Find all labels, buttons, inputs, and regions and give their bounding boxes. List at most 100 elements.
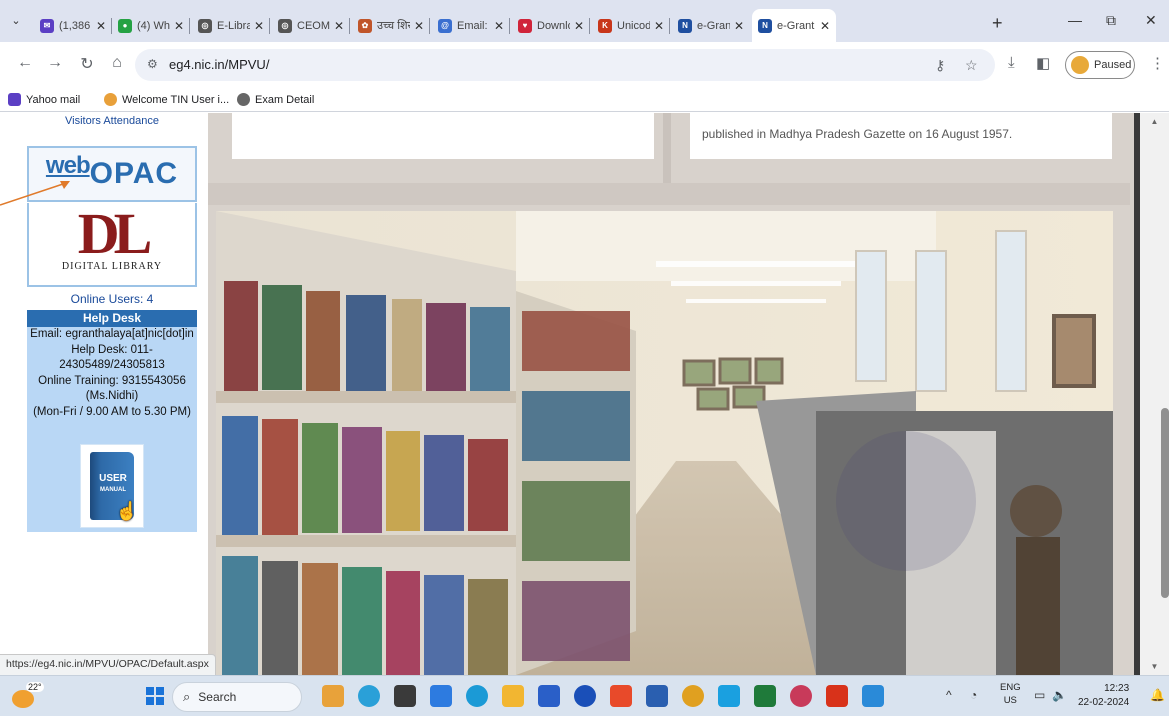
- taskbar-app-icon[interactable]: [322, 685, 344, 707]
- bookmark-welcome-tin[interactable]: Welcome TIN User i...: [104, 93, 229, 106]
- clock-time: 12:23: [1104, 683, 1130, 694]
- new-tab-button[interactable]: +: [992, 13, 1003, 34]
- taskbar-app-icon[interactable]: [646, 685, 668, 707]
- tab-separator: [189, 18, 190, 34]
- main-content: published in Madhya Pradesh Gazette on 1…: [208, 113, 1140, 675]
- manual-line1: USER: [99, 473, 127, 484]
- browser-tab[interactable]: Ne-Grant ✕: [752, 9, 836, 42]
- user-manual-button[interactable]: USER MANUAL ☝: [80, 444, 144, 528]
- browser-tab[interactable]: ● (4) Wha ✕: [112, 9, 190, 42]
- taskbar-app-icon[interactable]: [502, 685, 524, 707]
- tin-logo-icon: [104, 93, 117, 106]
- bookmark-yahoo-mail[interactable]: Yahoo mail: [8, 93, 80, 106]
- notification-bell-icon[interactable]: 🔔: [1150, 688, 1165, 702]
- browser-tab[interactable]: ◎ CEOMF ✕: [272, 9, 350, 42]
- search-placeholder: Search: [198, 690, 237, 704]
- tab-close-icon[interactable]: ✕: [494, 19, 504, 33]
- scroll-down-icon[interactable]: ▼: [1140, 662, 1169, 671]
- tab-label: Email:: [457, 19, 488, 32]
- close-window-button[interactable]: ✕: [1145, 12, 1157, 29]
- browser-tab[interactable]: ✉ (1,386 ✕: [34, 9, 112, 42]
- taskbar-app-icon[interactable]: [466, 685, 488, 707]
- tab-label: Unicod: [617, 19, 650, 32]
- at-icon: @: [438, 18, 452, 33]
- taskbar-app-icon[interactable]: [790, 685, 812, 707]
- taskbar-app-icon[interactable]: [682, 685, 704, 707]
- bookmark-star-icon[interactable]: ☆: [965, 57, 978, 74]
- browser-tab[interactable]: ◎ E-Libra ✕: [192, 9, 270, 42]
- taskbar-app-icon[interactable]: [574, 685, 596, 707]
- start-button[interactable]: [146, 687, 164, 705]
- language-indicator[interactable]: ENG US: [1000, 681, 1021, 707]
- display-icon[interactable]: ▭: [1034, 688, 1045, 702]
- restore-button[interactable]: ⧉: [1106, 12, 1116, 29]
- download-icon[interactable]: ⤓: [1008, 54, 1015, 71]
- tab-close-icon[interactable]: ✕: [820, 19, 830, 33]
- profile-button[interactable]: Paused: [1065, 51, 1135, 79]
- reload-icon[interactable]: ↻: [76, 54, 98, 74]
- bookmarks-bar: Yahoo mail Welcome TIN User i... Exam De…: [0, 88, 1169, 112]
- menu-kebab-icon[interactable]: ⋮: [1150, 54, 1165, 72]
- page-scrollbar[interactable]: ▲ ▼: [1140, 113, 1169, 675]
- tab-close-icon[interactable]: ✕: [574, 19, 584, 33]
- taskbar-search[interactable]: ⌕ Search: [172, 682, 302, 712]
- visitors-attendance-link[interactable]: Visitors Attendance: [28, 115, 196, 127]
- taskbar-app-icon[interactable]: [394, 685, 416, 707]
- tab-separator: [589, 18, 590, 34]
- tab-label: e-Grant: [697, 19, 730, 32]
- taskbar-app-icon[interactable]: [826, 685, 848, 707]
- address-bar[interactable]: ⚙ eg4.nic.in/MPVU/ ⚷ ☆: [135, 49, 995, 81]
- dl-caption: DIGITAL LIBRARY: [61, 261, 163, 272]
- back-icon[interactable]: ←: [14, 54, 36, 72]
- help-desk-panel: Help Desk Email: egranthalaya[at]nic[dot…: [27, 310, 197, 532]
- mail-icon: [8, 93, 21, 106]
- globe-icon: ◎: [278, 18, 292, 33]
- tab-close-icon[interactable]: ✕: [96, 19, 106, 33]
- tab-close-icon[interactable]: ✕: [174, 19, 184, 33]
- taskbar-app-icon[interactable]: [358, 685, 380, 707]
- taskbar-app-icon[interactable]: [862, 685, 884, 707]
- forward-icon[interactable]: →: [44, 54, 66, 72]
- tab-close-icon[interactable]: ✕: [734, 19, 744, 33]
- taskbar-app-icon[interactable]: [538, 685, 560, 707]
- browser-tab[interactable]: @ Email: ✕: [432, 9, 510, 42]
- url-text[interactable]: eg4.nic.in/MPVU/: [169, 57, 269, 72]
- weather-widget[interactable]: 22°: [10, 682, 44, 710]
- tab-close-icon[interactable]: ✕: [254, 19, 264, 33]
- password-key-icon[interactable]: ⚷: [935, 57, 945, 74]
- hand-pointer-icon: ☝: [115, 501, 138, 521]
- search-icon: ⌕: [183, 689, 191, 704]
- mail-icon: ✉: [40, 18, 54, 33]
- training-contact-name: (Ms.Nidhi): [85, 390, 139, 402]
- taskbar-app-icon[interactable]: [754, 685, 776, 707]
- bookmark-exam-detail[interactable]: Exam Detail: [237, 93, 314, 106]
- tab-separator: [669, 18, 670, 34]
- tab-close-icon[interactable]: ✕: [414, 19, 424, 33]
- tab-close-icon[interactable]: ✕: [334, 19, 344, 33]
- network-icon[interactable]: ◔: [970, 688, 977, 702]
- web-page: Visitors Attendance web OPAC DL DIGITAL …: [0, 113, 1169, 675]
- browser-tab[interactable]: Ne-Grant ✕: [672, 9, 750, 42]
- site-info-icon[interactable]: ⚙: [147, 57, 158, 71]
- help-desk-phone-label: Help Desk: 011-: [71, 343, 153, 356]
- taskbar-clock[interactable]: 12:23 22-02-2024: [1078, 682, 1129, 710]
- tab-close-icon[interactable]: ✕: [654, 19, 664, 33]
- browser-tab[interactable]: ♥ Downlo ✕: [512, 9, 590, 42]
- browser-tab[interactable]: ✿ उच्च शिर ✕: [352, 9, 430, 42]
- side-panel-icon[interactable]: ◧: [1036, 54, 1050, 72]
- volume-icon[interactable]: 🔈: [1052, 688, 1067, 702]
- minimize-button[interactable]: —: [1068, 12, 1082, 28]
- windows-taskbar: 22° ⌕ Search ^ ◔ ENG US ▭ 🔈 12:23 22-02-…: [0, 675, 1169, 716]
- card-gap: [663, 113, 671, 183]
- home-icon[interactable]: ⌂: [106, 54, 128, 72]
- tab-search-icon[interactable]: ⌄: [6, 14, 26, 32]
- taskbar-app-icon[interactable]: [610, 685, 632, 707]
- tray-overflow-icon[interactable]: ^: [946, 688, 952, 702]
- scroll-thumb[interactable]: [1161, 408, 1169, 598]
- taskbar-app-icon[interactable]: [430, 685, 452, 707]
- taskbar-app-icon[interactable]: [718, 685, 740, 707]
- scroll-up-icon[interactable]: ▲: [1140, 117, 1169, 126]
- globe-icon: [237, 93, 250, 106]
- tab-separator: [349, 18, 350, 34]
- browser-tab[interactable]: K Unicod ✕: [592, 9, 670, 42]
